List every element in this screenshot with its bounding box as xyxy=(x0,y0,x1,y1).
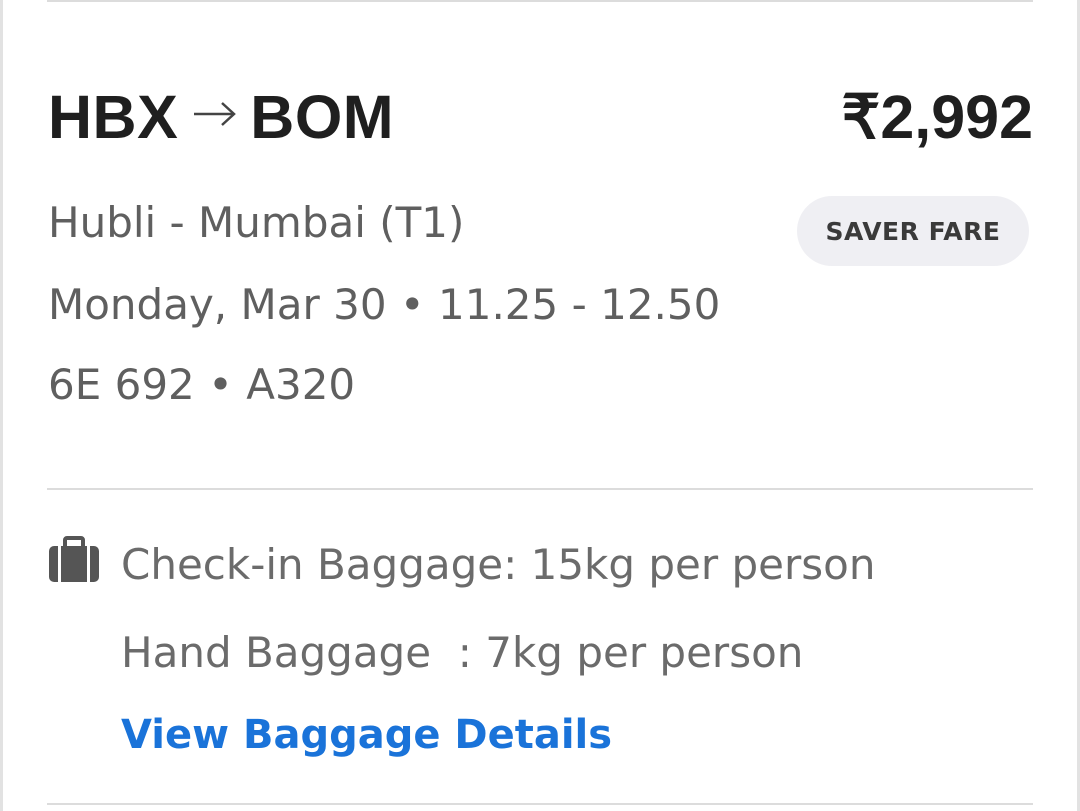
bottom-divider xyxy=(47,803,1033,805)
arrow-right-icon xyxy=(194,102,237,126)
destination-code: BOM xyxy=(250,83,395,151)
flight-number-aircraft: 6E 692 • A320 xyxy=(48,360,356,409)
top-divider xyxy=(47,0,1033,2)
route-header: HBX BOM xyxy=(48,82,394,152)
hand-baggage-info: Hand Baggage : 7kg per person xyxy=(121,628,804,677)
section-divider xyxy=(47,488,1033,490)
fare-type-badge: SAVER FARE xyxy=(797,196,1029,266)
view-baggage-details-link[interactable]: View Baggage Details xyxy=(121,712,612,758)
flight-schedule: Monday, Mar 30 • 11.25 - 12.50 xyxy=(48,280,721,329)
checkin-baggage-info: Check-in Baggage: 15kg per person xyxy=(121,540,876,589)
origin-code: HBX xyxy=(48,83,179,151)
route-description: Hubli - Mumbai (T1) xyxy=(48,198,465,247)
fare-price: ₹2,992 xyxy=(841,83,1033,151)
flight-card: HBX BOM ₹2,992 Hubli - Mumbai (T1) SAVER… xyxy=(0,0,1080,811)
luggage-icon xyxy=(49,536,99,582)
